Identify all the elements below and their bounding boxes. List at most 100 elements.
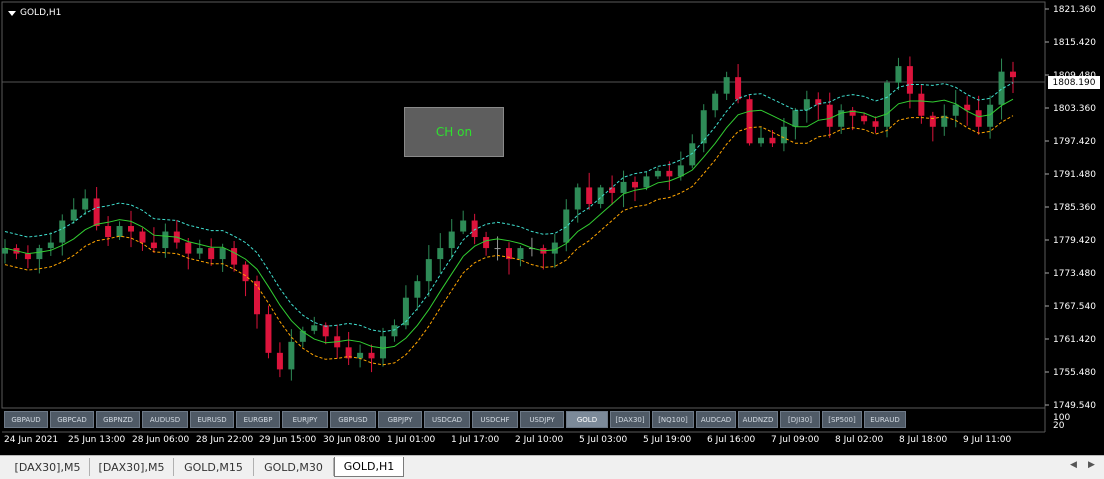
chart-tabs-bar: [DAX30],M5 [DAX30],M5 GOLD,M15 GOLD,M30 GOLD… (0, 455, 1104, 479)
candle (666, 161, 673, 191)
symbol-button-gold[interactable]: GOLD (566, 411, 608, 428)
symbol-button-gbpcad[interactable]: GBPCAD (50, 411, 94, 428)
candle (700, 104, 707, 153)
candle (368, 344, 375, 373)
dropdown-triangle-icon[interactable] (8, 10, 16, 16)
price-axis-label: 1803.360 (1053, 104, 1096, 114)
price-axis-label: 1791.480 (1053, 170, 1096, 180)
tab-scroll-right-icon[interactable]: ▶ (1088, 460, 1095, 470)
candle (208, 238, 215, 266)
candle (758, 126, 764, 147)
price-axis-label: 1749.540 (1053, 401, 1096, 411)
candle (792, 107, 799, 140)
time-axis-label: 30 Jun 08:00 (323, 435, 381, 445)
candle (231, 241, 238, 272)
candle (597, 184, 604, 209)
time-axis-label: 6 Jul 16:00 (707, 435, 756, 445)
time-axis-label: 9 Jul 11:00 (963, 435, 1012, 445)
symbol-button-usdchf[interactable]: USDCHF (472, 411, 518, 428)
candle (654, 167, 661, 179)
symbol-button-eurjpy[interactable]: EURJPY (282, 411, 328, 428)
symbol-button-audusd[interactable]: AUDUSD (142, 411, 188, 428)
chart-tab[interactable]: [DAX30],M5 (90, 458, 174, 476)
candle (884, 80, 890, 138)
candle (941, 104, 948, 136)
candle (59, 214, 66, 256)
indicator-axis-label: 20 (1053, 421, 1065, 431)
ch-on-button[interactable]: CH on (404, 107, 504, 157)
symbol-button-sp500[interactable]: [SP500] (822, 411, 862, 428)
candle (437, 233, 444, 274)
chart-tab[interactable]: GOLD,H1 (334, 457, 404, 477)
symbol-button-nq100[interactable]: [NQ100] (652, 411, 694, 428)
candle (998, 58, 1005, 120)
price-axis-label: 1821.360 (1053, 5, 1096, 15)
time-axis-label: 5 Jul 03:00 (579, 435, 628, 445)
candle (139, 227, 146, 251)
price-axis-label: 1797.420 (1053, 137, 1096, 147)
symbol-button-usdcad[interactable]: USDCAD (424, 411, 470, 428)
time-axis-label: 29 Jun 15:00 (259, 435, 317, 445)
symbol-button-gbpusd[interactable]: GBPUSD (330, 411, 376, 428)
symbol-button-usdjpy[interactable]: USDJPY (520, 411, 564, 428)
chart-title: GOLD,H1 (8, 8, 61, 18)
candle (128, 210, 134, 248)
candle (803, 90, 810, 123)
chart-tab[interactable]: GOLD,M30 (254, 458, 334, 476)
candle (609, 175, 616, 205)
chart-frame (1, 1, 1046, 409)
price-axis-label: 1809.480 (1053, 71, 1096, 81)
candle (116, 221, 123, 240)
symbol-button-audnzd[interactable]: AUDNZD (738, 411, 778, 428)
symbol-button-euraud[interactable]: EURAUD (864, 411, 906, 428)
candle (586, 172, 593, 210)
chart-tab[interactable]: [DAX30],M5 (6, 458, 90, 476)
candle (185, 238, 192, 270)
time-axis-label: 28 Jun 22:00 (196, 435, 254, 445)
price-axis-label: 1785.360 (1053, 203, 1096, 213)
symbol-button-dji30[interactable]: [DJI30] (780, 411, 820, 428)
candle (24, 245, 31, 269)
candle (849, 106, 856, 131)
candle (448, 219, 455, 260)
chart-canvas[interactable] (0, 0, 1104, 455)
candle (551, 234, 558, 268)
candle (620, 170, 627, 208)
time-axis-label: 24 Jun 2021 (4, 435, 59, 445)
candle (276, 342, 283, 378)
symbol-button-dax30[interactable]: [DAX30] (610, 411, 650, 428)
candle (471, 213, 478, 245)
candle (150, 227, 157, 253)
price-axis-label: 1755.480 (1053, 368, 1096, 378)
time-axis-label: 8 Jul 18:00 (899, 435, 948, 445)
price-axis-label: 1773.480 (1053, 269, 1096, 279)
candle (780, 117, 787, 152)
candle (494, 236, 501, 261)
symbol-button-gbpnzd[interactable]: GBPNZD (96, 411, 140, 428)
candle (265, 305, 272, 359)
candle (929, 111, 936, 142)
time-axis-label: 1 Jul 17:00 (451, 435, 500, 445)
price-axis-label: 1767.540 (1053, 302, 1096, 312)
candle (483, 231, 490, 256)
symbol-button-gbpjpy[interactable]: GBPJPY (378, 411, 422, 428)
symbol-button-gbpaud[interactable]: GBPAUD (4, 411, 48, 428)
price-axis-label: 1779.420 (1053, 236, 1096, 246)
symbol-button-eurusd[interactable]: EURUSD (190, 411, 234, 428)
tab-scroll-left-icon[interactable]: ◀ (1070, 460, 1077, 470)
candle (952, 90, 959, 128)
candle (712, 90, 719, 118)
candle (517, 245, 524, 267)
candle (288, 329, 295, 381)
time-axis-label: 7 Jul 09:00 (771, 435, 820, 445)
candle (242, 261, 249, 297)
candle (540, 244, 547, 270)
chart-tab[interactable]: GOLD,M15 (174, 458, 254, 476)
symbol-button-eurgbp[interactable]: EURGBP (236, 411, 280, 428)
candle (1010, 61, 1016, 94)
symbol-button-audcad[interactable]: AUDCAD (696, 411, 736, 428)
chart-area[interactable]: GOLD,H1 CH on 1808.190 1821.360 1815.420 1… (0, 0, 1104, 455)
candle (815, 92, 822, 120)
candle (506, 242, 512, 275)
candle (82, 189, 89, 215)
